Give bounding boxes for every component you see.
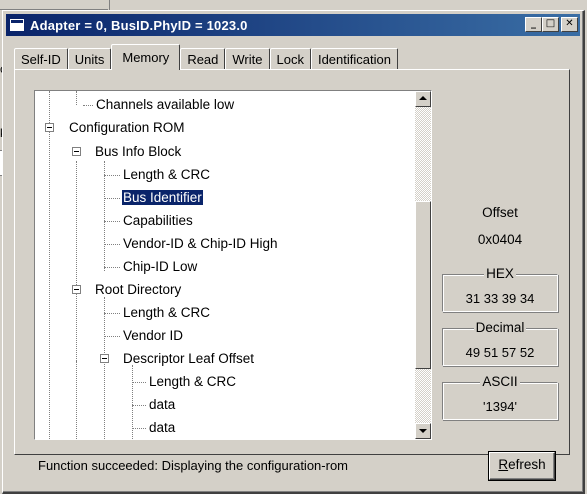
minimize-button[interactable]: _ xyxy=(525,17,542,32)
offset-value: 0x0404 xyxy=(477,232,523,247)
tree-item[interactable]: Vendor ID xyxy=(122,325,184,347)
tree-branch-line xyxy=(104,267,120,268)
tree-item[interactable]: Bus Info Block xyxy=(94,141,182,163)
tab-read[interactable]: Read xyxy=(180,48,226,70)
tab-units[interactable]: Units xyxy=(67,48,112,70)
tree-branch-line xyxy=(104,221,120,222)
offset-label: Offset xyxy=(482,205,518,220)
status-text: Function succeeded: Displaying the confi… xyxy=(38,458,349,473)
tree-guide-line xyxy=(49,91,50,439)
scrollbar-thumb[interactable] xyxy=(415,201,431,369)
window-controls: _ □ ✕ xyxy=(525,17,578,32)
close-button[interactable]: ✕ xyxy=(561,17,578,32)
scroll-up-button[interactable] xyxy=(415,91,431,107)
tab-lock[interactable]: Lock xyxy=(269,48,311,70)
tree-branch-line xyxy=(132,382,146,383)
ascii-value: '1394' xyxy=(483,399,517,414)
tree-item[interactable]: Vendor-ID & Chip-ID High xyxy=(122,233,279,255)
tree-item[interactable]: Root Directory xyxy=(94,279,182,301)
refresh-label: efresh xyxy=(508,457,546,472)
scroll-down-button[interactable] xyxy=(415,423,431,439)
tree-branch-line xyxy=(104,175,120,176)
tree-guide-line xyxy=(76,91,77,105)
tab-memory[interactable]: Memory xyxy=(111,44,181,70)
tree-item[interactable]: Descriptor Leaf Offset xyxy=(122,348,255,370)
refresh-button[interactable]: Refresh xyxy=(489,452,555,480)
tree-item[interactable]: Length & CRC xyxy=(122,164,211,186)
ascii-label: ASCII xyxy=(480,374,520,389)
tree-branch-line xyxy=(132,428,146,429)
collapse-toggle-icon[interactable] xyxy=(72,285,81,294)
background-window-frame xyxy=(0,0,108,10)
tab-write[interactable]: Write xyxy=(225,48,270,70)
tree-item[interactable]: Configuration ROM xyxy=(68,117,186,139)
tree-item[interactable]: Length & CRC xyxy=(148,371,237,393)
collapse-toggle-icon[interactable] xyxy=(45,123,54,132)
tree-branch-line xyxy=(83,105,93,106)
tree-guide-line xyxy=(104,297,105,439)
tree-item-selected[interactable]: Bus Identifier xyxy=(121,187,204,209)
hex-label: HEX xyxy=(484,266,516,281)
decimal-value: 49 51 57 52 xyxy=(465,345,535,360)
tree-item[interactable]: Length & CRC xyxy=(122,302,211,324)
collapse-toggle-icon[interactable] xyxy=(72,147,81,156)
maximize-button[interactable]: □ xyxy=(542,17,559,32)
ascii-group: ASCII '1394' xyxy=(442,374,558,420)
tree-branch-line xyxy=(104,336,120,337)
collapse-toggle-icon[interactable] xyxy=(100,354,109,363)
tree-item[interactable]: Channels available low xyxy=(95,94,235,116)
tree-branch-line xyxy=(104,198,120,199)
hex-value: 31 33 39 34 xyxy=(465,291,535,306)
tab-identification[interactable]: Identification xyxy=(310,48,398,70)
tree-guide-line xyxy=(76,361,77,439)
tree-vertical-scrollbar[interactable] xyxy=(415,91,431,439)
tree-guide-line xyxy=(104,161,105,271)
tree-branch-line xyxy=(132,405,146,406)
refresh-accelerator: R xyxy=(498,457,509,472)
tree-item[interactable]: Chip-ID Low xyxy=(122,256,198,278)
tree-branch-line xyxy=(104,313,120,314)
tree-item[interactable]: data xyxy=(148,394,176,416)
tab-strip: Self-ID Units Memory Read Write Lock Ide… xyxy=(14,44,398,70)
tree-guide-line xyxy=(76,161,77,361)
decimal-label: Decimal xyxy=(473,320,527,335)
window-title: Adapter = 0, BusID.PhyID = 1023.0 xyxy=(30,17,248,33)
window-app-icon xyxy=(9,18,25,32)
tree-item[interactable]: Capabilities xyxy=(122,210,194,232)
tree-branch-line xyxy=(104,244,120,245)
tree-item[interactable]: data xyxy=(148,417,176,439)
tab-self-id[interactable]: Self-ID xyxy=(14,48,68,70)
arrow-up-icon xyxy=(419,96,427,100)
hex-group: HEX 31 33 39 34 xyxy=(442,266,558,312)
title-bar[interactable]: Adapter = 0, BusID.PhyID = 1023.0 _ □ ✕ xyxy=(6,14,580,36)
tree-content: Channels available low Configuration ROM… xyxy=(35,91,415,439)
decimal-group: Decimal 49 51 57 52 xyxy=(442,320,558,366)
arrow-down-icon xyxy=(419,429,427,433)
config-rom-tree[interactable]: Channels available low Configuration ROM… xyxy=(34,90,432,440)
